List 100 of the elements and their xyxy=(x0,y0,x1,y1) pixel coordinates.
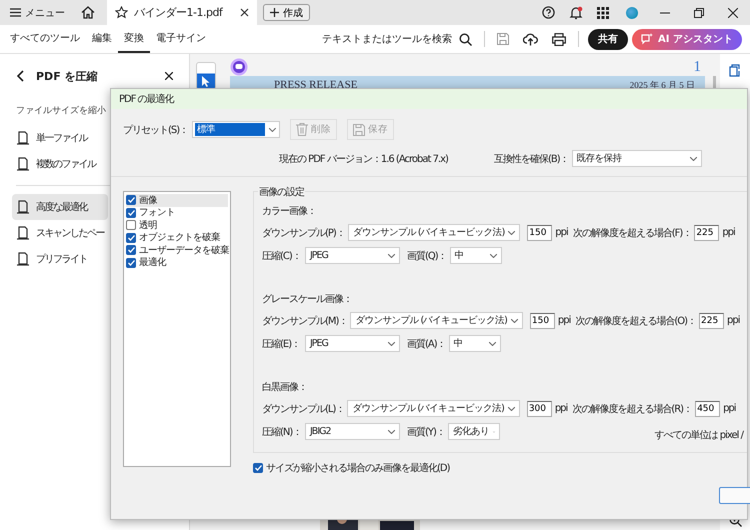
close-icon[interactable] xyxy=(165,72,173,80)
downsample-dropdown[interactable]: ダウンサンプル (バイキュービック法) xyxy=(347,400,520,417)
create-button[interactable]: 作成 xyxy=(263,4,310,21)
downsample-label: ダウンサンプル(M)： xyxy=(262,314,348,328)
minimize-icon[interactable] xyxy=(660,12,670,14)
bell-icon[interactable] xyxy=(569,6,583,20)
check-icon xyxy=(254,465,262,471)
tool-tab[interactable]: 編集 xyxy=(86,25,118,53)
close-icon[interactable] xyxy=(728,8,738,18)
chat-sparkle-icon xyxy=(641,33,654,45)
unit-label: ppi xyxy=(554,403,568,414)
share-button[interactable]: 共有 xyxy=(588,28,628,50)
quality-dropdown[interactable]: 劣化あり xyxy=(448,423,500,440)
ppi-field[interactable]: 150 xyxy=(530,312,555,328)
preset-label: プリセット(S)： xyxy=(123,124,188,136)
quality-dropdown[interactable]: 中 xyxy=(448,335,501,352)
document-icon xyxy=(16,200,30,214)
panel-item[interactable]: 高度な最適化 xyxy=(12,194,108,220)
page-number: 1 xyxy=(694,58,701,76)
checkbox[interactable] xyxy=(126,220,136,230)
checkbox[interactable] xyxy=(126,208,136,218)
document-icon xyxy=(16,131,30,145)
close-icon[interactable] xyxy=(240,8,249,17)
search-icon[interactable] xyxy=(459,32,472,46)
ppi-field[interactable]: 300 xyxy=(526,400,552,416)
dialog-title: PDF の最適化 xyxy=(119,92,174,106)
pdf-version: 現在の PDF バージョン：1.6 (Acrobat 7.x) xyxy=(279,152,448,166)
category-item[interactable]: 透明 xyxy=(126,219,228,232)
compression-dropdown[interactable]: JBIG2 xyxy=(305,423,400,440)
threshold-label: 次の解像度を超える場合(R)： xyxy=(572,402,692,416)
apps-grid-icon[interactable] xyxy=(597,6,609,18)
avatar[interactable] xyxy=(626,6,638,18)
ai-assistant-button[interactable]: AI アシスタント xyxy=(632,28,742,50)
section-title: グレースケール画像： xyxy=(262,293,353,306)
panel-item[interactable]: スキャンしたペー xyxy=(12,220,108,246)
category-item[interactable]: 最適化 xyxy=(126,256,228,269)
select-tool-button[interactable] xyxy=(196,62,216,90)
unit-label: ppi xyxy=(558,315,570,326)
compatibility-dropdown[interactable]: 既存を保持 xyxy=(572,150,702,167)
downsample-dropdown[interactable]: ダウンサンプル (バイキュービック法) xyxy=(350,312,523,329)
tool-tab[interactable]: すべてのツール xyxy=(4,25,86,53)
quality-label: 画質(A)： xyxy=(407,338,446,350)
compatibility-label: 互換性を確保(B)： xyxy=(494,152,569,166)
downsample-label: ダウンサンプル(P)： xyxy=(262,226,345,240)
document-icon xyxy=(16,157,30,171)
group-title: 画像の設定 xyxy=(258,185,305,199)
unit-label: ppi xyxy=(722,227,735,238)
compression-dropdown[interactable]: JPEG xyxy=(305,247,400,264)
document-icon xyxy=(16,252,30,266)
section-label: ファイルサイズを縮小 xyxy=(16,104,107,117)
category-item[interactable]: 画像 xyxy=(126,194,228,206)
quality-dropdown[interactable]: 中 xyxy=(450,247,502,264)
units-note: すべての単位は pixel / xyxy=(654,429,743,442)
category-item[interactable]: ユーザーデータを破棄 xyxy=(126,244,228,256)
printer-icon[interactable] xyxy=(552,32,566,46)
threshold-label: 次の解像度を超える場合(F)： xyxy=(572,226,692,240)
unit-label: ppi xyxy=(723,403,736,414)
panel-item[interactable]: 複数のファイル xyxy=(12,151,108,177)
tool-tab[interactable]: 変換 xyxy=(118,25,150,53)
optimize-checkbox-row[interactable]: サイズが縮小される場合のみ画像を最適化(D) xyxy=(253,461,747,475)
star-icon[interactable] xyxy=(115,6,128,19)
menu-button[interactable]: メニュー xyxy=(0,6,75,20)
compression-label: 圧縮(E)： xyxy=(262,338,302,350)
help-icon[interactable] xyxy=(542,6,555,19)
ppi-field[interactable]: 150 xyxy=(527,224,552,240)
press-release-heading: PRESS RELEASE xyxy=(274,79,358,91)
section-title: カラー画像： xyxy=(262,205,317,218)
section-title: 白黒画像： xyxy=(262,381,308,394)
comment-bubble-icon[interactable] xyxy=(230,58,248,76)
dialog-button[interactable] xyxy=(719,487,750,504)
quality-label: 画質(Y)： xyxy=(407,426,445,438)
downsample-dropdown[interactable]: ダウンサンプル (バイキュービック法) xyxy=(348,224,520,241)
unit-label: ppi xyxy=(727,315,740,326)
back-icon[interactable] xyxy=(16,70,24,82)
tool-tab[interactable]: 電子サイン xyxy=(150,25,212,53)
home-icon[interactable] xyxy=(81,6,95,19)
panel-item[interactable]: プリフライト xyxy=(12,246,108,272)
edit-page-icon[interactable] xyxy=(728,64,742,77)
category-item[interactable]: オブジェクトを破棄 xyxy=(126,232,228,244)
panel-item[interactable]: 単一ファイル xyxy=(12,125,108,151)
compression-dropdown[interactable]: JPEG xyxy=(305,335,400,352)
compression-label: 圧縮(C)： xyxy=(262,250,302,262)
checkbox[interactable] xyxy=(126,258,136,268)
preset-dropdown[interactable]: 標準 xyxy=(192,121,280,138)
search-button[interactable]: テキストまたはツールを検索 xyxy=(322,32,452,46)
document-tab[interactable]: バインダー1-1.pdf xyxy=(107,0,257,25)
trash-icon xyxy=(296,123,308,136)
threshold-field[interactable]: 225 xyxy=(699,312,724,328)
category-item[interactable]: フォント xyxy=(126,206,228,219)
cloud-upload-icon[interactable] xyxy=(523,32,538,46)
tab-title: バインダー1-1.pdf xyxy=(134,5,222,20)
quality-label: 画質(Q)： xyxy=(407,250,447,262)
checkbox[interactable] xyxy=(126,245,136,256)
checkbox[interactable] xyxy=(126,195,136,206)
restore-icon[interactable] xyxy=(694,8,704,18)
threshold-field[interactable]: 225 xyxy=(694,224,720,240)
checkbox[interactable] xyxy=(126,232,136,243)
checkbox[interactable] xyxy=(253,463,263,473)
threshold-field[interactable]: 450 xyxy=(695,400,720,416)
panel-title: PDF を圧縮 xyxy=(36,68,98,84)
